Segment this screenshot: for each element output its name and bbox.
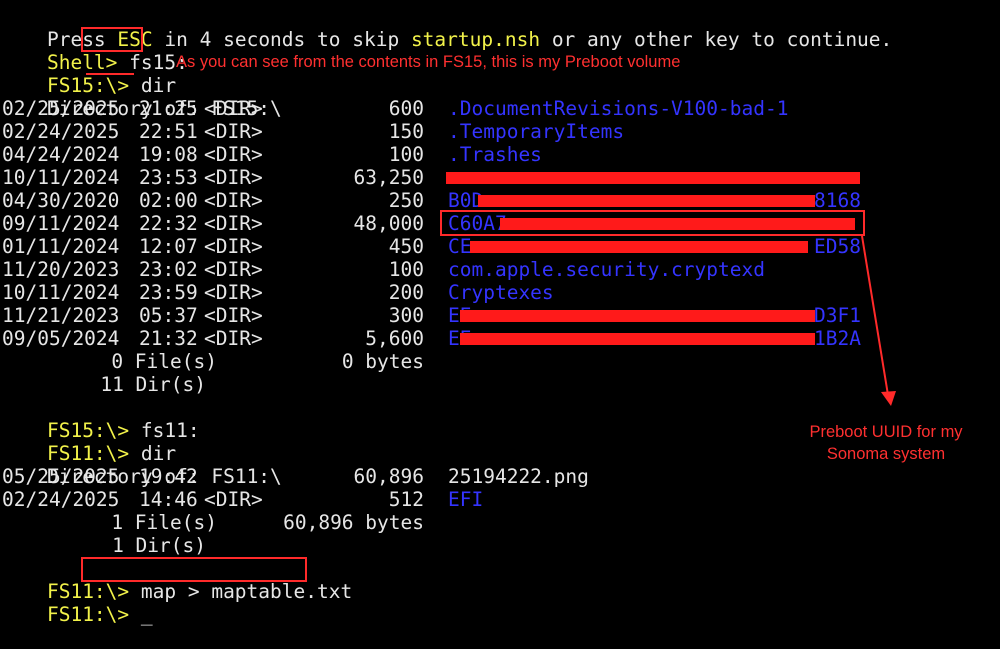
uefi-shell-console[interactable]: Press ESC in 4 seconds to skip startup.n… <box>0 0 1000 641</box>
redaction-bar <box>460 333 815 345</box>
redaction-bar <box>500 218 855 230</box>
highlight-box-map-command <box>81 557 307 582</box>
redaction-bar <box>446 172 860 184</box>
redaction-bar <box>470 241 808 253</box>
redaction-bar <box>460 310 815 322</box>
redaction-bar <box>478 195 815 207</box>
